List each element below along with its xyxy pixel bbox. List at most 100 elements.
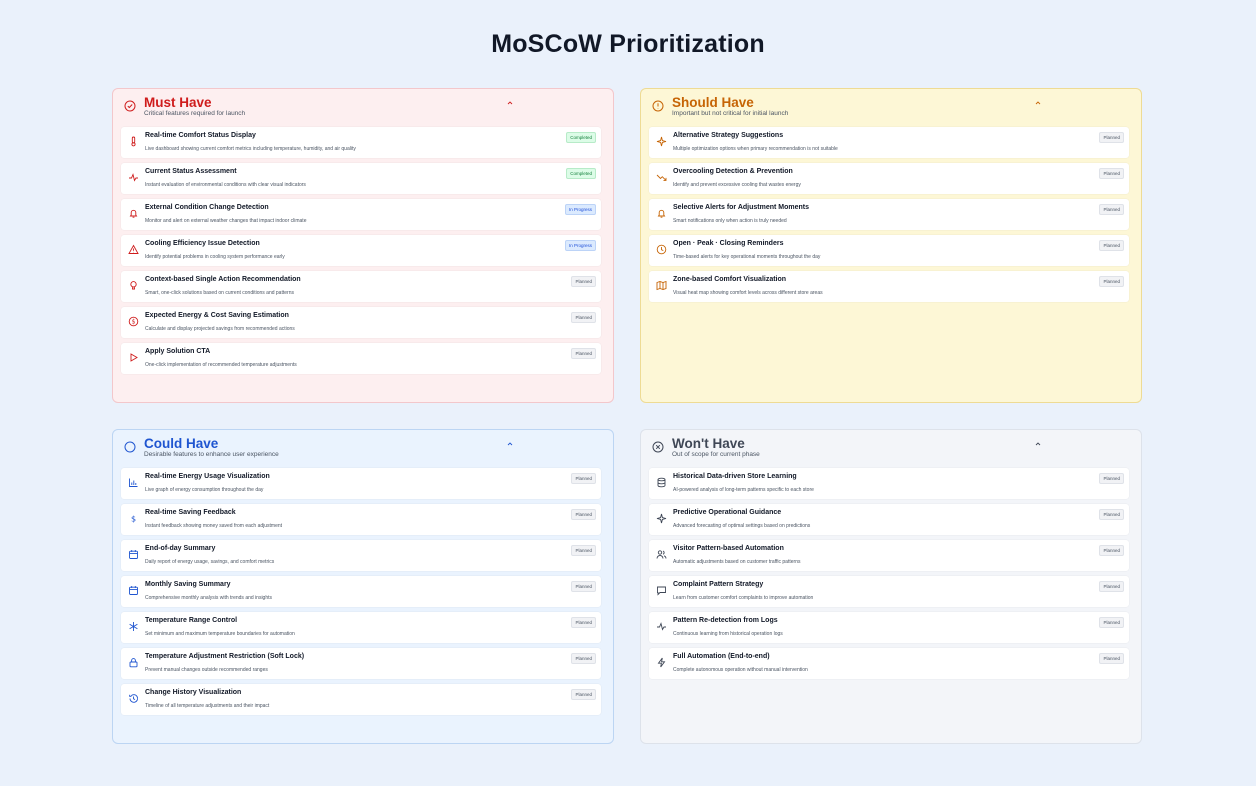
sparkles-icon (656, 513, 667, 524)
item-title: Temperature Range Control (145, 617, 238, 624)
status-badge: Planned (571, 348, 596, 359)
bell-icon (657, 209, 666, 218)
map-icon (656, 280, 667, 291)
item-description: Smart notifications only when action is … (673, 218, 787, 224)
clock-icon (656, 244, 667, 255)
item-title: Real-time Saving Feedback (145, 509, 236, 516)
item-title: Zone-based Comfort Visualization (673, 276, 787, 283)
status-badge: Planned (1099, 545, 1124, 556)
item-title: Selective Alerts for Adjustment Moments (673, 204, 810, 211)
item-title: Predictive Operational Guidance (673, 509, 782, 516)
wont-have-header[interactable]: Won't Have Out of scope for current phas… (641, 430, 1141, 468)
should-have-header[interactable]: Should Have Important but not critical f… (641, 89, 1141, 127)
list-item[interactable]: Complaint Pattern Strategy Learn from cu… (649, 576, 1129, 607)
activity-icon (657, 622, 666, 631)
list-item[interactable]: Full Automation (End-to-end) Complete au… (649, 648, 1129, 679)
svg-text:$: $ (132, 319, 136, 326)
circle-icon (124, 441, 136, 453)
list-item[interactable]: External Condition Change Detection Moni… (121, 199, 601, 230)
item-title: Change History Visualization (145, 689, 242, 696)
list-item[interactable]: End-of-day Summary Daily report of energ… (121, 540, 601, 571)
item-description: Live dashboard showing current comfort m… (145, 146, 356, 152)
list-item[interactable]: Cooling Efficiency Issue Detection Ident… (121, 235, 601, 266)
list-item[interactable]: $ Expected Energy & Cost Saving Estimati… (121, 307, 601, 338)
status-badge: Planned (571, 581, 596, 592)
chevron-up-icon[interactable] (1034, 99, 1042, 107)
list-item[interactable]: Apply Solution CTA One-click implementat… (121, 343, 601, 374)
item-title: Pattern Re-detection from Logs (673, 617, 778, 624)
chevron-up-icon[interactable] (506, 440, 514, 448)
database-icon (657, 477, 666, 488)
status-badge: Planned (571, 276, 596, 287)
item-description: Time-based alerts for key operational mo… (673, 254, 821, 260)
list-item[interactable]: $ Real-time Saving Feedback Instant feed… (121, 504, 601, 535)
could-have-title: Could Have (144, 436, 219, 451)
list-item[interactable]: Overcooling Detection & Prevention Ident… (649, 163, 1129, 194)
list-item[interactable]: Visitor Pattern-based Automation Automat… (649, 540, 1129, 571)
status-badge: Planned (1099, 204, 1124, 215)
list-item[interactable]: Pattern Re-detection from Logs Continuou… (649, 612, 1129, 643)
item-title: Expected Energy & Cost Saving Estimation (145, 312, 289, 319)
sparkles-icon (656, 136, 667, 147)
list-item[interactable]: Real-time Energy Usage Visualization Liv… (121, 468, 601, 499)
status-badge: Planned (1099, 132, 1124, 143)
should-have-subtitle: Important but not critical for initial l… (672, 110, 789, 117)
item-description: Advanced forecasting of optimal settings… (673, 523, 811, 529)
list-item[interactable]: Change History Visualization Timeline of… (121, 684, 601, 715)
item-description: AI-powered analysis of long-term pattern… (673, 487, 814, 493)
item-title: Current Status Assessment (145, 168, 237, 175)
list-item[interactable]: Context-based Single Action Recommendati… (121, 271, 601, 302)
zap-icon (657, 657, 666, 668)
list-item[interactable]: Predictive Operational Guidance Advanced… (649, 504, 1129, 535)
should-have-title: Should Have (672, 95, 754, 110)
list-item[interactable]: Alternative Strategy Suggestions Multipl… (649, 127, 1129, 158)
item-title: Context-based Single Action Recommendati… (145, 276, 301, 283)
status-badge: Planned (1099, 168, 1124, 179)
history-icon (129, 694, 138, 703)
status-badge: Planned (571, 653, 596, 664)
list-item[interactable]: Selective Alerts for Adjustment Moments … (649, 199, 1129, 230)
trending-down-icon (656, 174, 667, 181)
could-have-header[interactable]: Could Have Desirable features to enhance… (113, 430, 613, 468)
list-item[interactable]: Open · Peak · Closing Reminders Time-bas… (649, 235, 1129, 266)
x-circle-icon (652, 441, 664, 453)
status-badge: In Progress (564, 240, 596, 251)
calendar-icon (129, 550, 138, 559)
wont-have-title: Won't Have (672, 436, 745, 451)
list-item[interactable]: Zone-based Comfort Visualization Visual … (649, 271, 1129, 302)
list-item[interactable]: Monthly Saving Summary Comprehensive mon… (121, 576, 601, 607)
item-description: Calculate and display projected savings … (145, 326, 295, 332)
item-description: Automatic adjustments based on customer … (673, 559, 801, 565)
status-badge: Planned (1099, 617, 1124, 628)
chevron-up-icon[interactable] (506, 99, 514, 107)
status-badge: Planned (1099, 276, 1124, 287)
wont-have-panel: Won't Have Out of scope for current phas… (640, 429, 1142, 744)
item-title: Monthly Saving Summary (145, 581, 231, 588)
calendar-icon (129, 586, 138, 595)
item-title: Alternative Strategy Suggestions (673, 132, 784, 139)
status-badge: Planned (1099, 653, 1124, 664)
list-item[interactable]: Real-time Comfort Status Display Live da… (121, 127, 601, 158)
list-item[interactable]: Temperature Adjustment Restriction (Soft… (121, 648, 601, 679)
item-description: Instant feedback showing money saved fro… (145, 523, 283, 529)
item-description: Complete autonomous operation without ma… (673, 667, 808, 673)
item-description: One-click implementation of recommended … (145, 362, 297, 368)
must-have-panel: Must Have Critical features required for… (112, 88, 614, 403)
status-badge: Planned (1099, 581, 1124, 592)
item-description: Live graph of energy consumption through… (145, 487, 264, 493)
list-item[interactable]: Historical Data-driven Store Learning AI… (649, 468, 1129, 499)
item-title: Open · Peak · Closing Reminders (673, 240, 784, 247)
item-title: Real-time Comfort Status Display (145, 132, 256, 139)
must-have-list: Real-time Comfort Status Display Live da… (121, 127, 601, 379)
item-title: Historical Data-driven Store Learning (673, 473, 797, 480)
status-badge: In Progress (564, 204, 596, 215)
alert-circle-icon (652, 100, 664, 112)
item-title: Temperature Adjustment Restriction (Soft… (145, 653, 305, 660)
should-have-list: Alternative Strategy Suggestions Multipl… (649, 127, 1129, 307)
list-item[interactable]: Temperature Range Control Set minimum an… (121, 612, 601, 643)
item-description: Multiple optimization options when prima… (673, 146, 838, 152)
status-badge: Planned (571, 689, 596, 700)
must-have-header[interactable]: Must Have Critical features required for… (113, 89, 613, 127)
chevron-up-icon[interactable] (1034, 440, 1042, 448)
list-item[interactable]: Current Status Assessment Instant evalua… (121, 163, 601, 194)
